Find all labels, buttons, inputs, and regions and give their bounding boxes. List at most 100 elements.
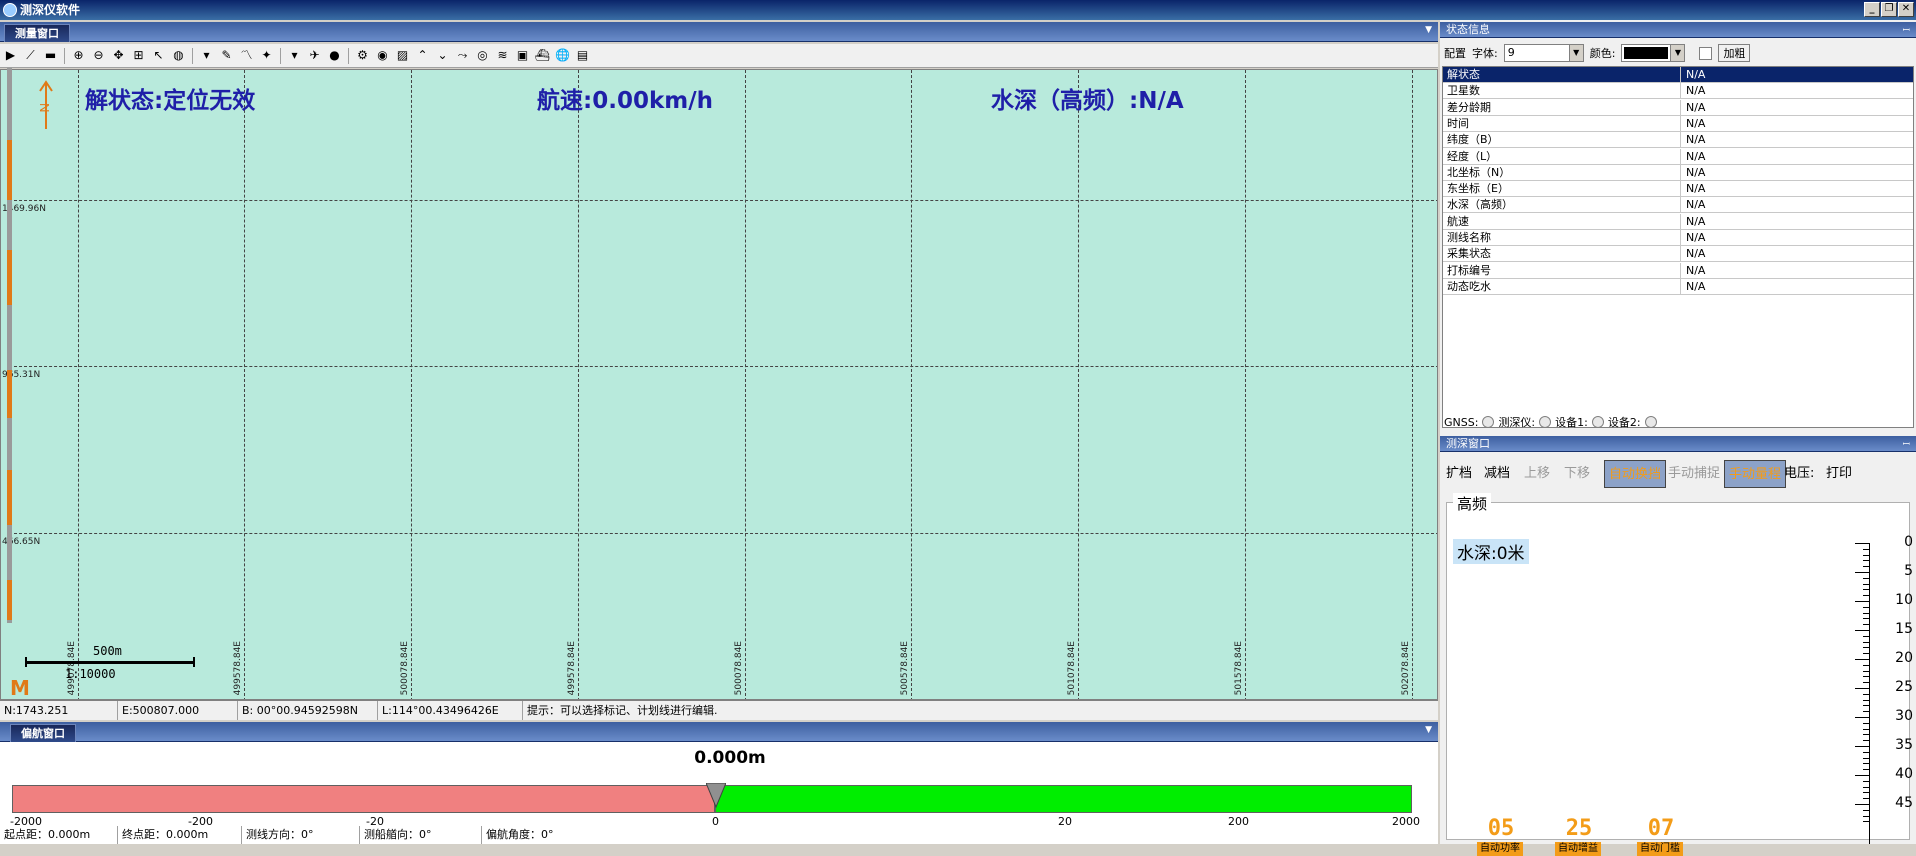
waypoint-icon[interactable]: ✦ — [258, 47, 275, 64]
led-label[interactable]: 自动功率 — [1477, 842, 1523, 856]
table-row[interactable]: 纬度（B） N/A — [1443, 132, 1913, 149]
status-value: N/A — [1686, 247, 1706, 261]
table-row[interactable]: 测线名称 N/A — [1443, 230, 1913, 246]
table-row[interactable]: 解状态 N/A — [1443, 67, 1913, 83]
zoom-window-icon[interactable]: ⊞ — [130, 47, 147, 64]
status-key: 卫星数 — [1445, 83, 1681, 99]
axis-tick — [1863, 641, 1869, 643]
end-distance: 终点距：0.000m — [118, 826, 242, 844]
table-row[interactable]: 差分龄期 N/A — [1443, 99, 1913, 116]
status-table: 解状态 N/A 卫星数 N/A 差分龄期 N/A 时间 N/A 纬度（B） N/A 经度（L） N/A… — [1442, 66, 1914, 428]
sounder-button[interactable]: 电压: — [1780, 460, 1818, 488]
color-select[interactable]: ▼ — [1621, 44, 1686, 62]
axis-tick — [1863, 821, 1869, 823]
device-status-row: GNSS: 测深仪: 设备1: 设备2: — [1444, 414, 1657, 430]
sounder-button[interactable]: 手动量程 — [1724, 460, 1787, 488]
table-row[interactable]: 动态吃水 N/A — [1443, 278, 1913, 295]
table-row[interactable]: 北坐标（N） N/A — [1443, 164, 1913, 181]
window-title: 测深仪软件 — [20, 3, 81, 17]
table-row[interactable]: 航速 N/A — [1443, 213, 1913, 230]
grid-line — [745, 70, 746, 699]
select-icon[interactable]: ↖ — [150, 47, 167, 64]
line-icon[interactable]: ⟋ — [22, 47, 39, 64]
tab-deviation-window[interactable]: 偏航窗口 — [10, 724, 76, 742]
axis-tick — [1863, 734, 1869, 736]
axis-tick — [1863, 670, 1869, 672]
deviation-pane-header: 偏航窗口 ▼ — [0, 722, 1438, 742]
sounder-button[interactable]: 下移 — [1560, 460, 1594, 488]
chevron-down-icon[interactable]: ▼ — [1670, 45, 1685, 61]
plane-icon[interactable]: ✈ — [306, 47, 323, 64]
device1-label: 设备1: — [1555, 416, 1588, 429]
axis-tick — [1855, 630, 1869, 631]
pin-icon[interactable]: ꟷ — [1903, 437, 1910, 450]
play-icon[interactable]: ▶ — [2, 47, 19, 64]
right-pane: 状态信息 ꟷ 配置 字体: 9 ▼ 颜色: ▼ 加粗 解状态 N/A 卫星数 N/A 差… — [1440, 20, 1916, 856]
axis-tick — [1863, 786, 1869, 788]
vehicle-icon[interactable]: ▬ — [42, 47, 59, 64]
font-size-select[interactable]: 9 ▼ — [1503, 44, 1584, 62]
table-row[interactable]: 打标编号 N/A — [1443, 262, 1913, 279]
world-icon[interactable]: 🌐 — [554, 47, 571, 64]
sounder-button[interactable]: 扩档 — [1442, 460, 1476, 488]
ship-icon[interactable]: ⛴ — [534, 47, 551, 64]
led-label[interactable]: 自动门槛 — [1637, 842, 1683, 856]
restore-button[interactable]: ❐ — [1881, 2, 1897, 17]
sounder-button[interactable]: 打印 — [1822, 460, 1856, 488]
axis-tick — [1863, 595, 1869, 597]
sounder-led-icon — [1539, 416, 1552, 428]
tab-survey-window[interactable]: 测量窗口 — [4, 24, 70, 42]
chevron-down-icon[interactable]: ▼ — [1425, 725, 1432, 735]
measure-icon[interactable]: 〽 — [238, 47, 255, 64]
target-icon[interactable]: ◎ — [474, 47, 491, 64]
zoom-in-icon[interactable]: ⊕ — [70, 47, 87, 64]
table-row[interactable]: 采集状态 N/A — [1443, 246, 1913, 263]
sounder-button[interactable]: 减档 — [1480, 460, 1514, 488]
status-key: 测线名称 — [1445, 230, 1681, 245]
status-value: N/A — [1686, 133, 1706, 147]
pin-icon[interactable]: ꟷ — [1903, 23, 1910, 36]
sounder-button[interactable]: 上移 — [1520, 460, 1554, 488]
font-label: 字体: — [1472, 47, 1498, 60]
chevron-up-icon[interactable]: ⌃ — [414, 47, 431, 64]
table-row[interactable]: 水深（高频） N/A — [1443, 197, 1913, 214]
bold-button[interactable]: 加粗 — [1718, 44, 1751, 62]
bold-checkbox[interactable] — [1699, 46, 1713, 60]
close-button[interactable]: ✕ — [1898, 2, 1914, 17]
settings-icon[interactable]: ⚙ — [354, 47, 371, 64]
pin-icon[interactable]: ✎ — [218, 47, 235, 64]
axis-tick — [1863, 682, 1869, 684]
pan-icon[interactable]: ✥ — [110, 47, 127, 64]
chevron-down-icon[interactable]: ▼ — [1425, 25, 1432, 35]
dropdown-icon[interactable]: ▾ — [198, 47, 215, 64]
table-row[interactable]: 时间 N/A — [1443, 115, 1913, 132]
start-distance: 起点距：0.000m — [0, 826, 118, 844]
x-label: 500578.84E — [900, 640, 910, 695]
map-canvas[interactable]: 解状态:定位无效 航速:0.00km/h 水深（高频）:N/A N 1469.9… — [0, 69, 1438, 700]
minimize-button[interactable]: _ — [1864, 2, 1880, 17]
status-value: N/A — [1686, 84, 1706, 98]
circle-icon[interactable]: ● — [326, 47, 343, 64]
sounder-button[interactable]: 手动捕捉 — [1664, 460, 1724, 488]
axis-label: 15 — [1895, 621, 1913, 637]
status-key: 水深（高频） — [1445, 197, 1681, 213]
grid-line — [911, 70, 912, 699]
route-icon[interactable]: ⤳ — [454, 47, 471, 64]
eye-icon[interactable]: ◉ — [374, 47, 391, 64]
table-row[interactable]: 经度（L） N/A — [1443, 148, 1913, 165]
x-label: 502078.84E — [1401, 640, 1411, 695]
chevron-down-icon[interactable]: ⌄ — [434, 47, 451, 64]
hatch-icon[interactable]: ▨ — [394, 47, 411, 64]
zoom-out-icon[interactable]: ⊖ — [90, 47, 107, 64]
table-row[interactable]: 卫星数 N/A — [1443, 83, 1913, 100]
sounder-button[interactable]: 自动换挡 — [1604, 460, 1667, 488]
dropdown-icon[interactable]: ▾ — [286, 47, 303, 64]
table-row[interactable]: 东坐标（E） N/A — [1443, 181, 1913, 198]
led-label[interactable]: 自动增益 — [1555, 842, 1601, 856]
chevron-down-icon[interactable]: ▼ — [1568, 45, 1583, 61]
globe-icon[interactable]: ◍ — [170, 47, 187, 64]
report-icon[interactable]: ▤ — [574, 47, 591, 64]
image-icon[interactable]: ▣ — [514, 47, 531, 64]
layers-icon[interactable]: ≋ — [494, 47, 511, 64]
axis-tick — [1855, 688, 1869, 689]
